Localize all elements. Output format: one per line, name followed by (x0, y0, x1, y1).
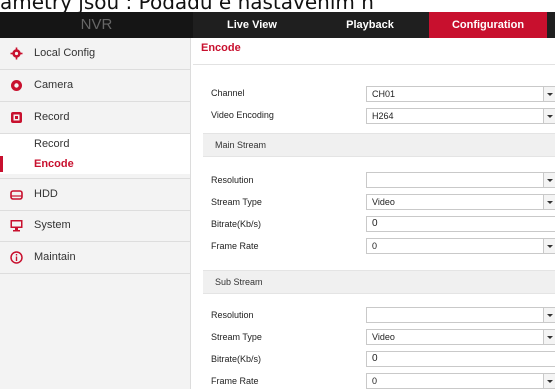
chevron-down-icon (543, 239, 555, 253)
chevron-down-icon (543, 87, 555, 101)
tab-configuration[interactable]: Configuration (429, 12, 547, 38)
sub-bitrate-value: 0 (372, 353, 378, 364)
tab-live-view[interactable]: Live View (193, 12, 311, 38)
video-encoding-value: H264 (372, 111, 394, 121)
sub-bitrate-label: Bitrate(Kb/s) (211, 354, 262, 364)
main-resolution-label: Resolution (211, 175, 254, 185)
sidebar-subitem-label: Record (34, 138, 70, 150)
sidebar-item-record[interactable]: Record (0, 102, 190, 134)
page-caption: ametry jsou : Podadu e nastavenim n (0, 0, 374, 12)
main-stream-title: Main Stream (215, 140, 267, 150)
channel-value: CH01 (372, 89, 396, 99)
chevron-down-icon (543, 308, 555, 322)
sidebar: Local Config Camera Record Record Encode… (0, 38, 191, 389)
sub-frame-rate-label: Frame Rate (211, 376, 259, 386)
sub-resolution-select[interactable] (366, 307, 555, 323)
main-bitrate-value: 0 (372, 218, 378, 229)
tab-encode[interactable]: Encode (201, 42, 241, 54)
sub-stream-header: Sub Stream (203, 270, 555, 294)
main-frame-rate-select[interactable]: 0 (366, 238, 555, 254)
sidebar-item-maintain[interactable]: Maintain (0, 242, 190, 274)
record-icon (10, 111, 23, 124)
main-bitrate-label: Bitrate(Kb/s) (211, 219, 262, 229)
monitor-icon (10, 219, 23, 232)
tab-playback[interactable]: Playback (311, 12, 429, 38)
chevron-down-icon (543, 109, 555, 123)
sidebar-item-hdd[interactable]: HDD (0, 178, 190, 211)
sidebar-item-label: HDD (34, 188, 58, 200)
channel-select[interactable]: CH01 (366, 86, 555, 102)
sub-stream-type-label: Stream Type (211, 332, 262, 342)
sidebar-subitem-label: Encode (34, 158, 74, 170)
main-frame-rate-label: Frame Rate (211, 241, 259, 251)
top-nav-bar: NVR Live View Playback Configuration (0, 12, 555, 38)
main-stream-type-value: Video (372, 197, 395, 207)
sub-stream-type-select[interactable]: Video (366, 329, 555, 345)
gear-icon (10, 47, 23, 60)
sub-bitrate-input[interactable]: 0 (366, 351, 555, 367)
sub-resolution-label: Resolution (211, 310, 254, 320)
sidebar-item-label: Maintain (34, 251, 76, 263)
sub-stream-title: Sub Stream (215, 277, 263, 287)
chevron-down-icon (543, 374, 555, 388)
sidebar-item-label: Record (34, 111, 70, 123)
video-encoding-label: Video Encoding (211, 110, 274, 120)
info-icon (10, 251, 23, 264)
sub-frame-rate-value: 0 (372, 376, 378, 386)
chevron-down-icon (543, 195, 555, 209)
sidebar-item-camera[interactable]: Camera (0, 70, 190, 102)
chevron-down-icon (543, 173, 555, 187)
sub-stream-type-value: Video (372, 332, 395, 342)
main-bitrate-input[interactable]: 0 (366, 216, 555, 232)
main-stream-type-label: Stream Type (211, 197, 262, 207)
main-stream-header: Main Stream (203, 133, 555, 157)
divider (193, 64, 555, 65)
sidebar-item-label: System (34, 219, 71, 231)
sidebar-item-label: Local Config (34, 47, 96, 59)
sidebar-item-label: Camera (34, 79, 74, 91)
chevron-down-icon (543, 330, 555, 344)
camera-icon (10, 79, 23, 92)
main-frame-rate-value: 0 (372, 241, 378, 251)
sidebar-item-system[interactable]: System (0, 210, 190, 242)
sidebar-subitem-record[interactable]: Record (0, 134, 190, 154)
video-encoding-select[interactable]: H264 (366, 108, 555, 124)
hdd-icon (10, 188, 23, 201)
content-panel: Encode Channel CH01 Video Encoding H264 … (193, 38, 555, 389)
sidebar-item-local-config[interactable]: Local Config (0, 38, 190, 70)
sidebar-subitem-encode[interactable]: Encode (0, 154, 190, 174)
main-stream-type-select[interactable]: Video (366, 194, 555, 210)
main-resolution-select[interactable] (366, 172, 555, 188)
channel-label: Channel (211, 88, 245, 98)
sub-frame-rate-select[interactable]: 0 (366, 373, 555, 389)
brand-logo: NVR (0, 12, 193, 38)
